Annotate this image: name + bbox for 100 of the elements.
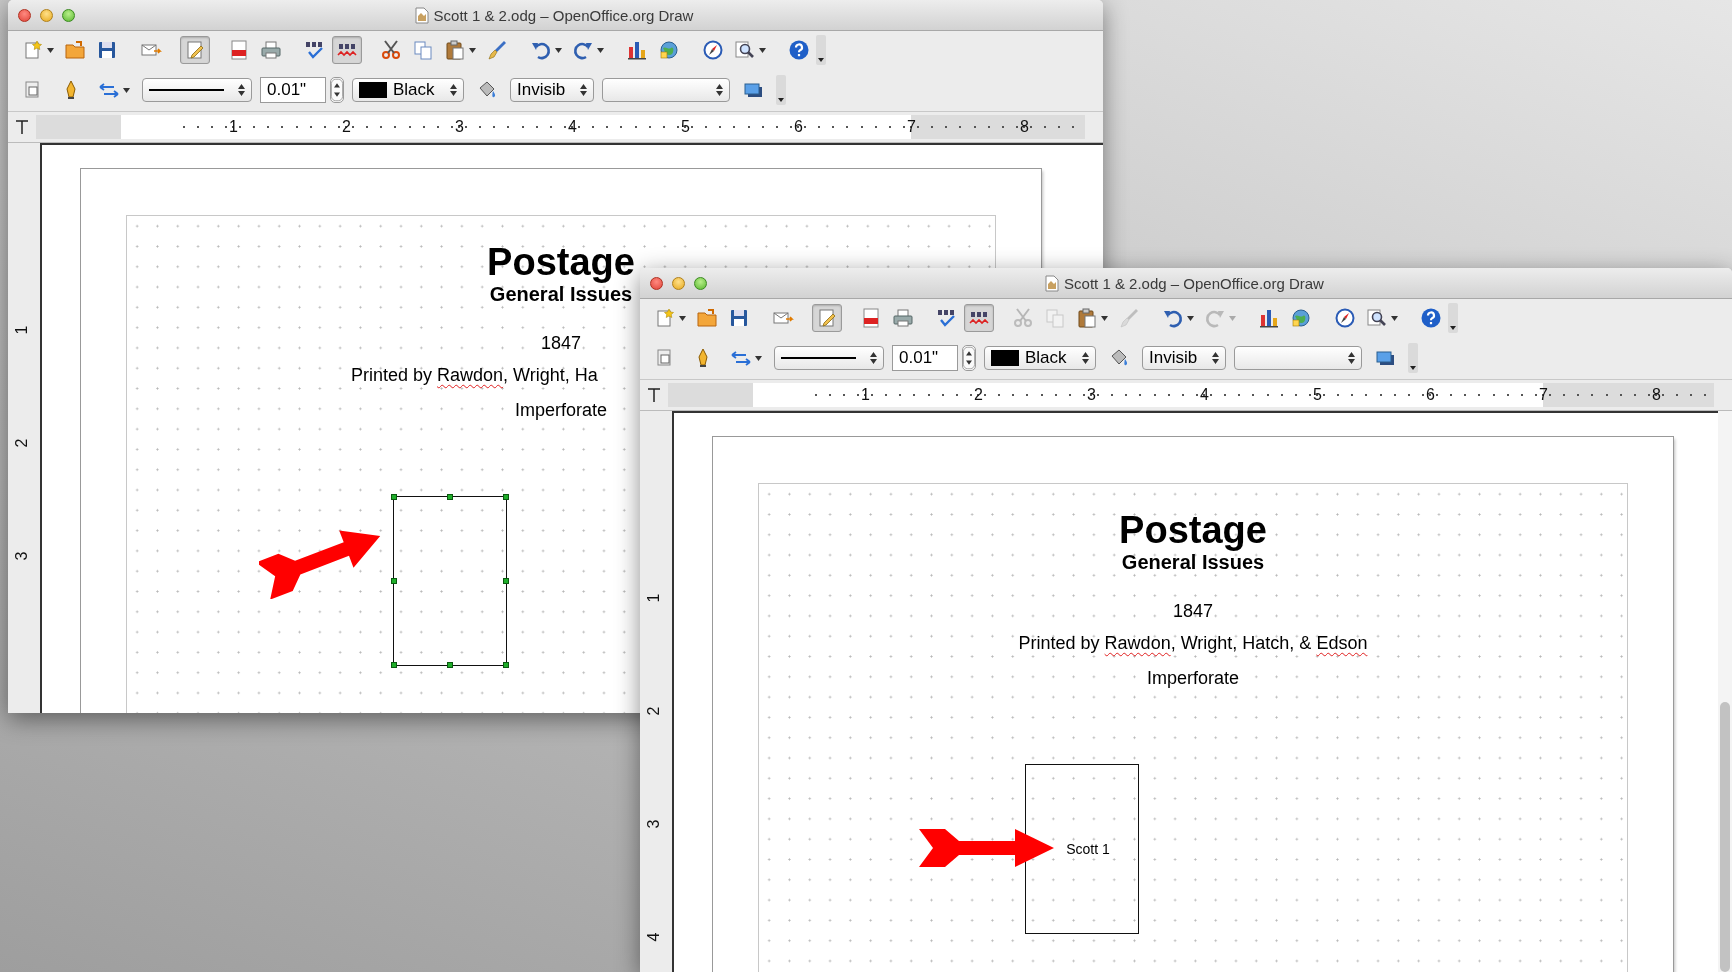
ruler-number: 6 <box>1423 386 1438 403</box>
document-icon <box>414 6 429 24</box>
edit-icon <box>184 39 206 61</box>
area-fill-select[interactable] <box>1234 346 1362 370</box>
updown-icon <box>870 352 877 364</box>
spinner-button[interactable] <box>962 345 976 371</box>
ruler-number: 5 <box>1310 386 1325 403</box>
help-icon <box>1420 307 1442 329</box>
toolbar-overflow-button[interactable] <box>1408 343 1418 373</box>
ruler-number: 2 <box>645 706 663 715</box>
updown-icon <box>716 84 723 96</box>
close-button[interactable] <box>18 8 31 22</box>
print-icon <box>260 39 282 61</box>
paste-icon <box>1076 307 1098 329</box>
line-color-select[interactable]: Black <box>352 78 464 102</box>
ruler-number: 7 <box>904 118 919 135</box>
pdf-icon <box>228 39 250 61</box>
autospell-button[interactable] <box>332 36 362 64</box>
toolbar-overflow-button[interactable] <box>816 35 826 65</box>
open-icon <box>696 307 718 329</box>
area-style-select[interactable]: Invisib <box>1142 346 1226 370</box>
updown-icon <box>450 84 457 96</box>
ruler-number: 4 <box>1197 386 1212 403</box>
toolbar-overflow-button[interactable] <box>776 75 786 105</box>
brush-icon <box>1118 307 1140 329</box>
line-width-field[interactable]: 0.01" <box>892 345 958 371</box>
brush-icon <box>486 39 508 61</box>
minimize-button[interactable] <box>40 8 53 22</box>
save-icon <box>96 39 118 61</box>
ruler-number: 4 <box>645 932 663 941</box>
caret-icon <box>818 58 824 62</box>
line-style-select[interactable] <box>774 346 884 370</box>
ruler-number: 3 <box>13 551 31 560</box>
gallery-icon <box>1290 307 1312 329</box>
updown-icon <box>580 84 587 96</box>
ruler-number: 2 <box>971 386 986 403</box>
edit-button[interactable] <box>812 304 842 332</box>
document-icon <box>1045 274 1060 292</box>
ruler-number: 2 <box>13 438 31 447</box>
navigator-icon <box>1334 307 1356 329</box>
caret-icon <box>1187 315 1194 321</box>
spinner-button[interactable] <box>330 77 344 103</box>
window-title: Scott 1 & 2.odg – OpenOffice.org Draw <box>1064 274 1324 292</box>
page-text: 1847 <box>540 332 581 354</box>
ruler-number: 3 <box>452 118 467 135</box>
page-text: 1847 <box>1172 600 1213 622</box>
caret-icon <box>555 47 562 53</box>
caret-icon <box>755 355 762 361</box>
caret-icon <box>778 98 784 102</box>
caret-icon <box>759 47 766 53</box>
edit-icon <box>816 307 838 329</box>
ruler-number: 3 <box>645 819 663 828</box>
zoom-icon <box>734 39 756 61</box>
updown-icon <box>1212 352 1219 364</box>
zoom-icon <box>1366 307 1388 329</box>
caret-icon <box>123 87 130 93</box>
print-icon <box>892 307 914 329</box>
caret-icon <box>1101 315 1108 321</box>
ruler-number: 2 <box>339 118 354 135</box>
ruler-number: 1 <box>645 593 663 602</box>
chart-icon <box>1258 307 1280 329</box>
page-text: Imperforate <box>514 399 607 421</box>
updown-icon <box>1348 352 1355 364</box>
line-width-field[interactable]: 0.01" <box>260 77 326 103</box>
area-fill-select[interactable] <box>602 78 730 102</box>
cut-icon <box>380 39 402 61</box>
paste-icon <box>444 39 466 61</box>
shape-label: Scott 1 <box>1066 841 1110 857</box>
caret-icon <box>679 315 686 321</box>
page-text: Printed by Rawdon, Wright, Ha <box>351 364 598 386</box>
minimize-button[interactable] <box>672 276 685 290</box>
edit-button[interactable] <box>180 36 210 64</box>
page-text: Imperforate <box>1146 667 1239 689</box>
caret-icon <box>1410 366 1416 370</box>
line-style-select[interactable] <box>142 78 252 102</box>
autospell-button[interactable] <box>964 304 994 332</box>
page-title: Postage <box>1119 508 1267 552</box>
caret-icon <box>597 47 604 53</box>
updown-icon <box>1082 352 1089 364</box>
ruler-number: 4 <box>565 118 580 135</box>
page-subtitle: General Issues <box>489 283 633 306</box>
tab-stop-icon[interactable] <box>14 119 30 135</box>
help-icon <box>788 39 810 61</box>
toolbar-overflow-button[interactable] <box>1448 303 1458 333</box>
tab-stop-icon[interactable] <box>646 387 662 403</box>
copy-icon <box>412 39 434 61</box>
line-color-select[interactable]: Black <box>984 346 1096 370</box>
window-title: Scott 1 & 2.odg – OpenOffice.org Draw <box>433 6 694 24</box>
ruler-number: 6 <box>791 118 806 135</box>
save-icon <box>728 307 750 329</box>
vertical-scrollbar[interactable] <box>1718 411 1732 972</box>
open-icon <box>64 39 86 61</box>
area-style-select[interactable]: Invisib <box>510 78 594 102</box>
new-icon <box>22 39 44 61</box>
caret-icon <box>1229 315 1236 321</box>
copy-icon <box>1044 307 1066 329</box>
close-button[interactable] <box>650 276 663 290</box>
ruler-number: 1 <box>13 325 31 334</box>
chart-icon <box>626 39 648 61</box>
ruler-number: 8 <box>1017 118 1032 135</box>
